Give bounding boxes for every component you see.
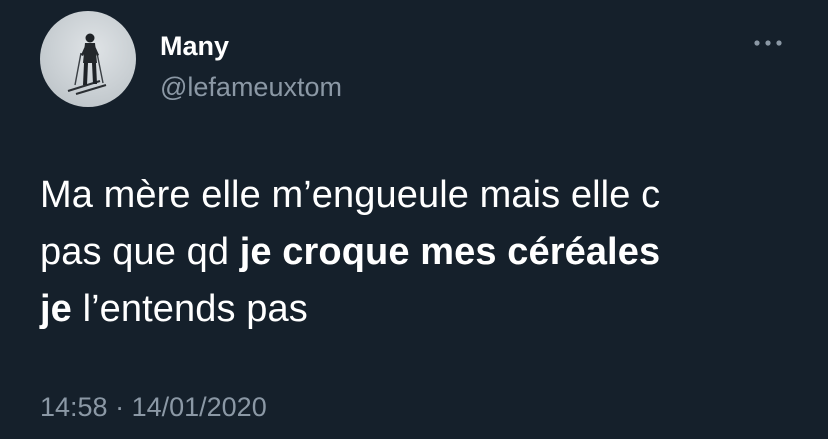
more-options-icon — [754, 40, 782, 46]
more-options-button[interactable] — [748, 28, 788, 58]
skier-photo — [67, 33, 107, 95]
tweet-line-1: Ma mère elle m’engueule mais elle c — [40, 174, 661, 216]
timestamp-separator: · — [107, 392, 132, 422]
tweet-date: 14/01/2020 — [131, 392, 267, 422]
tweet-line-2-text: pas que qd — [40, 231, 240, 273]
handle[interactable]: @lefameuxtom — [160, 71, 342, 103]
tweet-line-2-bold: je croque mes céréales — [239, 231, 661, 273]
tweet-text: Ma mère elle m’engueule mais elle c pas … — [40, 167, 800, 338]
tweet-timestamp[interactable]: 14:58 · 14/01/2020 — [40, 391, 267, 423]
tweet-line-3-text: l’entends pas — [71, 288, 308, 330]
tweet-line-2: pas que qd je croque mes céréales — [40, 224, 800, 281]
tweet-card: Many @lefameuxtom Ma mère elle m’engueul… — [0, 0, 828, 439]
display-name[interactable]: Many — [160, 30, 229, 62]
tweet-line-3-bold: je — [40, 288, 72, 330]
tweet-time: 14:58 — [40, 392, 108, 422]
tweet-line-3: je l’entends pas — [40, 281, 800, 338]
avatar[interactable] — [40, 11, 136, 107]
